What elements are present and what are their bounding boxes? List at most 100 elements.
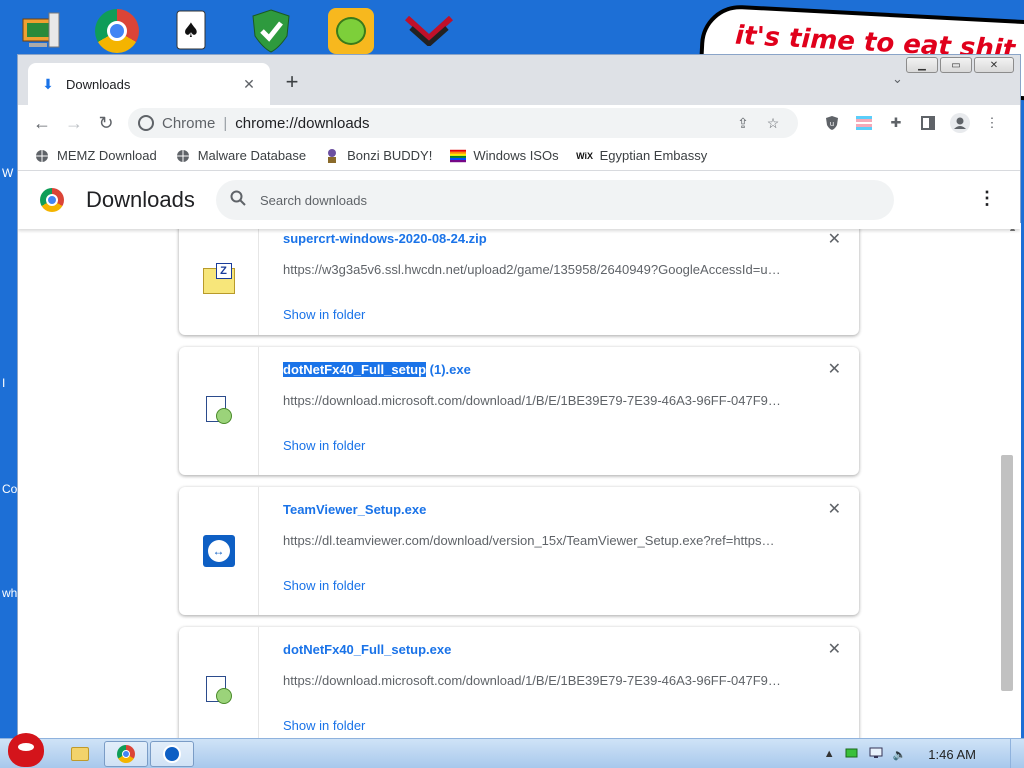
taskbar-explorer-button[interactable] xyxy=(58,741,102,767)
show-in-folder-link[interactable]: Show in folder xyxy=(283,307,365,322)
bookmark-memz-download[interactable]: MEMZ Download xyxy=(34,148,157,164)
taskbar-teamviewer-button[interactable] xyxy=(150,741,194,767)
bookmark-label: MEMZ Download xyxy=(57,148,157,163)
download-icon: ⬇ xyxy=(42,75,54,92)
ublock-extension-icon[interactable]: u xyxy=(818,109,846,137)
download-url[interactable]: https://dl.teamviewer.com/download/versi… xyxy=(283,533,783,548)
share-icon[interactable]: ⇪ xyxy=(728,115,758,132)
bookmark-label: Egyptian Embassy xyxy=(599,148,708,163)
download-item: dotNetFx40_Full_setup.exe https://downlo… xyxy=(179,627,859,738)
bookmark-windows-isos[interactable]: Windows ISOs xyxy=(450,148,559,164)
system-tray: ▲ 🔈 1:46 AM xyxy=(824,739,976,768)
download-icon-column xyxy=(179,627,259,738)
svg-text:♠: ♠ xyxy=(182,18,200,42)
search-icon xyxy=(230,190,246,211)
remove-download-icon[interactable]: ✕ xyxy=(828,499,841,519)
extensions-puzzle-icon[interactable]: ✚ xyxy=(882,109,910,137)
folder-icon xyxy=(71,747,89,761)
taskbar-chrome-button[interactable] xyxy=(104,741,148,767)
bookmark-star-icon[interactable]: ☆ xyxy=(758,115,788,132)
show-in-folder-link[interactable]: Show in folder xyxy=(283,718,365,733)
close-tab-icon[interactable]: ✕ xyxy=(240,76,258,93)
teamviewer-icon: ↔ xyxy=(202,535,235,567)
bonzi-icon xyxy=(324,148,340,164)
address-bar[interactable]: Chrome | chrome://downloads ⇪ ☆ xyxy=(128,108,798,138)
downloads-list: ▲ supercrt-windows-2020-08-24.zip https:… xyxy=(18,223,1021,738)
extensions-area: u ✚ ⋮ xyxy=(818,109,1006,137)
forward-button[interactable]: → xyxy=(58,109,90,137)
download-filename-link[interactable]: supercrt-windows-2020-08-24.zip xyxy=(283,231,487,246)
taskbar: ▲ 🔈 1:46 AM xyxy=(0,733,1024,768)
tab-search-chevron-icon[interactable]: ⌄ xyxy=(892,71,903,87)
back-button[interactable]: ← xyxy=(26,109,58,137)
bookmarks-bar: MEMZ Download Malware Database Bonzi BUD… xyxy=(18,141,1020,171)
side-panel-icon[interactable] xyxy=(914,109,942,137)
desktop-icon-label: wh xyxy=(2,586,18,600)
download-url[interactable]: https://w3g3a5v6.ssl.hwcdn.net/upload2/g… xyxy=(283,262,783,277)
bookmark-egyptian-embassy[interactable]: WiX Egyptian Embassy xyxy=(576,148,708,164)
show-desktop-button[interactable] xyxy=(1010,739,1024,768)
show-hidden-icons-arrow-icon[interactable]: ▲ xyxy=(824,748,835,760)
profile-avatar-icon[interactable] xyxy=(946,109,974,137)
volume-icon[interactable]: 🔈 xyxy=(893,748,907,761)
network-icon[interactable] xyxy=(869,747,883,762)
download-details: TeamViewer_Setup.exe https://dl.teamview… xyxy=(259,487,859,615)
solitaire-desktop-icon[interactable]: ♠ xyxy=(166,6,216,56)
bookmark-malware-database[interactable]: Malware Database xyxy=(175,148,306,164)
tab-downloads[interactable]: ⬇ Downloads ✕ xyxy=(28,63,270,105)
remove-download-icon[interactable]: ✕ xyxy=(828,359,841,379)
maximize-button[interactable]: ▭ xyxy=(940,57,972,73)
show-in-folder-link[interactable]: Show in folder xyxy=(283,578,365,593)
remove-download-icon[interactable]: ✕ xyxy=(828,229,841,249)
setup-installer-icon xyxy=(202,394,236,428)
download-filename-link[interactable]: dotNetFx40_Full_setup (1).exe xyxy=(283,362,471,377)
angry-bird-start-icon xyxy=(8,733,44,767)
remove-download-icon[interactable]: ✕ xyxy=(828,639,841,659)
omnibox-url[interactable]: chrome://downloads xyxy=(235,115,728,132)
bookmark-bonzi-buddy[interactable]: Bonzi BUDDY! xyxy=(324,148,432,164)
battery-icon[interactable] xyxy=(845,747,859,762)
computer-desktop-icon[interactable] xyxy=(16,6,66,56)
tab-strip: ⬇ Downloads ✕ + ⌄ ▁ ▭ ✕ xyxy=(18,55,1020,105)
tab-title: Downloads xyxy=(66,76,131,92)
rainbow-flag-icon xyxy=(450,148,467,164)
download-details: dotNetFx40_Full_setup.exe https://downlo… xyxy=(259,627,859,738)
download-icon-column: ↔ xyxy=(179,487,259,615)
desktop-icon-label: Co xyxy=(2,482,18,496)
omnibox-scheme: Chrome xyxy=(162,114,216,132)
download-item: dotNetFx40_Full_setup (1).exe https://do… xyxy=(179,347,859,475)
download-url[interactable]: https://download.microsoft.com/download/… xyxy=(283,393,783,408)
trans-flag-extension-icon[interactable] xyxy=(850,109,878,137)
search-input[interactable] xyxy=(260,192,880,208)
download-item: ↔ TeamViewer_Setup.exe https://dl.teamvi… xyxy=(179,487,859,615)
download-icon-column xyxy=(179,347,259,475)
minimize-button[interactable]: ▁ xyxy=(906,57,938,73)
taskbar-clock[interactable]: 1:46 AM xyxy=(928,747,976,762)
download-icon-column xyxy=(179,223,259,335)
start-button[interactable] xyxy=(4,731,48,768)
security-shield-desktop-icon[interactable] xyxy=(246,6,296,56)
desktop-icon-label: W xyxy=(2,166,14,180)
game-logo-desktop-icon[interactable] xyxy=(404,6,454,56)
downloads-header: Downloads ⋮ xyxy=(18,171,1020,229)
download-filename-link[interactable]: TeamViewer_Setup.exe xyxy=(283,502,426,517)
search-downloads-box[interactable] xyxy=(216,180,894,220)
bookmark-label: Bonzi BUDDY! xyxy=(347,148,433,163)
chrome-menu-icon[interactable]: ⋮ xyxy=(978,109,1006,137)
bad-piggies-desktop-icon[interactable] xyxy=(326,6,376,56)
scrollbar-thumb[interactable] xyxy=(1001,455,1013,691)
show-in-folder-link[interactable]: Show in folder xyxy=(283,438,365,453)
chrome-desktop-icon[interactable] xyxy=(92,6,142,56)
reload-button[interactable]: ↻ xyxy=(90,109,122,137)
new-tab-button[interactable]: + xyxy=(280,69,304,95)
svg-text:u: u xyxy=(830,120,834,128)
download-filename-link[interactable]: dotNetFx40_Full_setup.exe xyxy=(283,642,451,657)
zip-file-icon xyxy=(202,263,235,294)
selected-filename-text: dotNetFx40_Full_setup xyxy=(283,362,427,377)
download-details: dotNetFx40_Full_setup (1).exe https://do… xyxy=(259,347,859,475)
download-url[interactable]: https://download.microsoft.com/download/… xyxy=(283,673,783,688)
more-actions-icon[interactable]: ⋮ xyxy=(978,188,996,209)
chrome-logo-icon xyxy=(40,188,64,212)
close-window-button[interactable]: ✕ xyxy=(974,57,1014,73)
omnibox-separator: | xyxy=(223,114,228,132)
